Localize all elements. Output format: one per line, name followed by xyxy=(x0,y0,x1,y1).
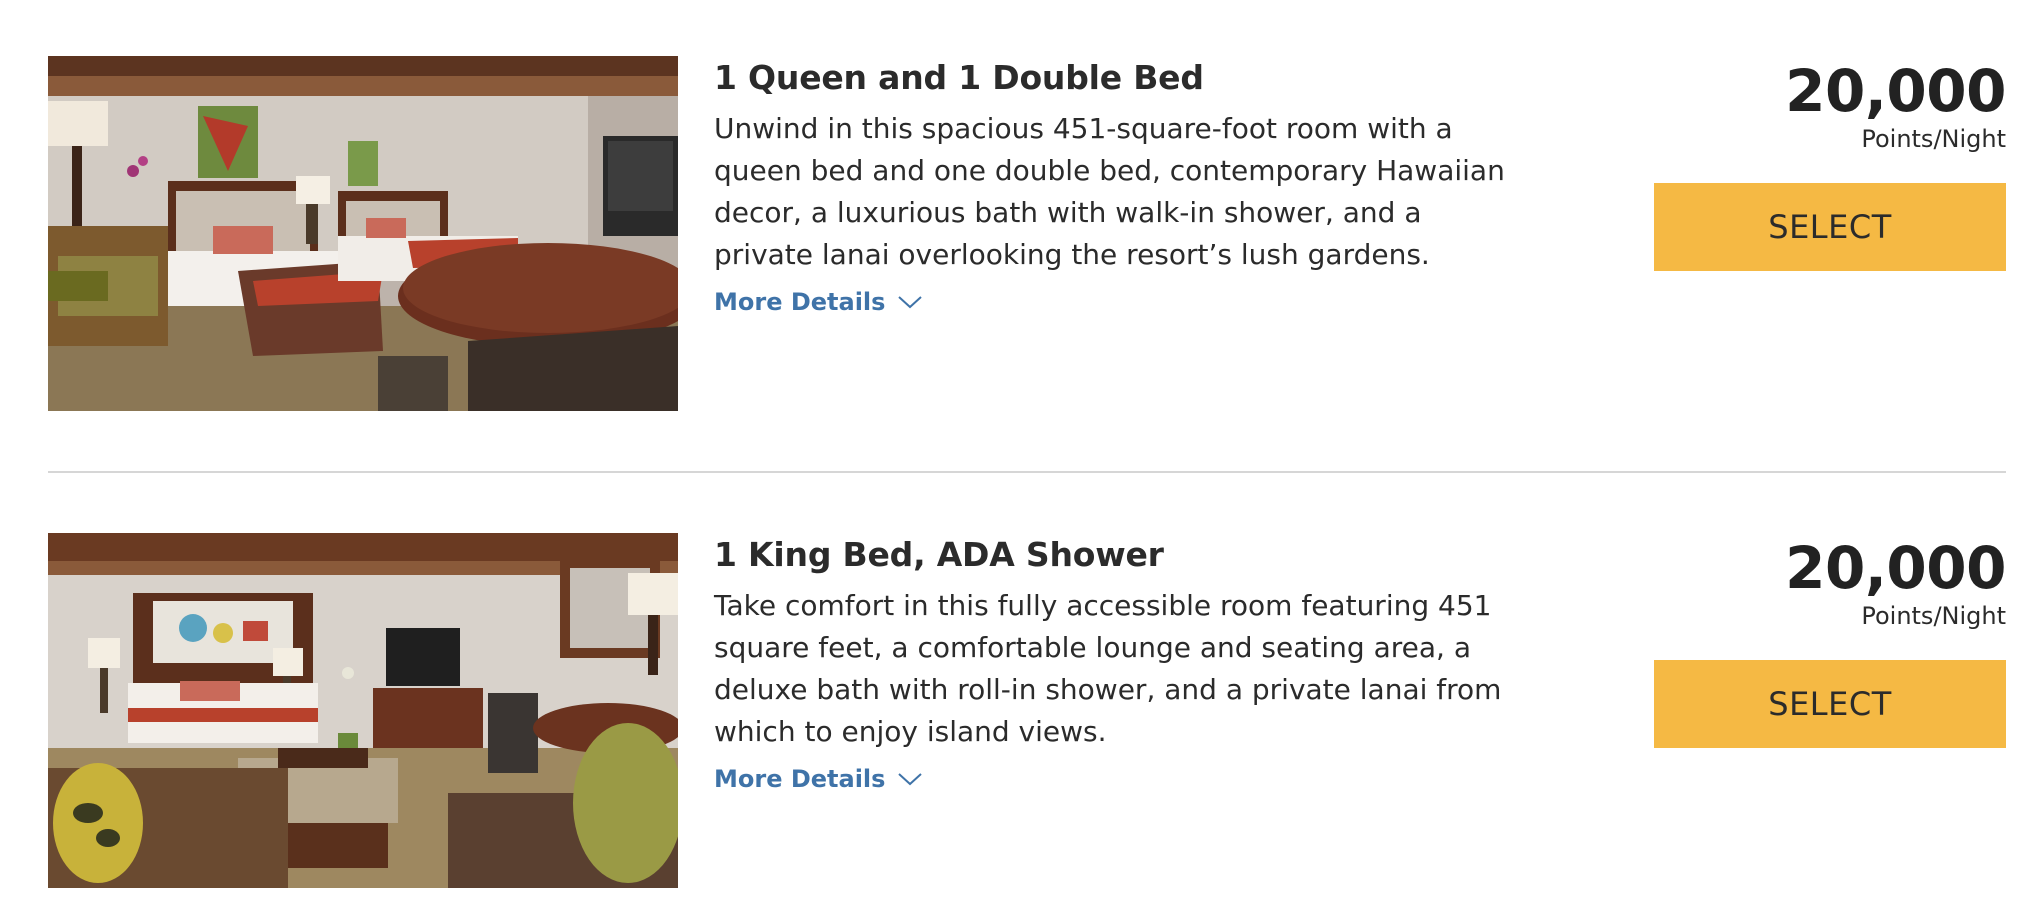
more-details-label: More Details xyxy=(714,765,886,793)
room-name: 1 King Bed, ADA Shower xyxy=(714,535,1164,574)
more-details-link[interactable]: More Details xyxy=(714,286,923,318)
points-value: 20,000 xyxy=(1785,534,2006,602)
room-photo[interactable] xyxy=(48,533,678,888)
room-info: 1 King Bed, ADA Shower Take comfort in t… xyxy=(714,533,1534,795)
divider xyxy=(48,471,2006,473)
room-card: 1 Queen and 1 Double Bed Unwind in this … xyxy=(48,56,2007,411)
room-results: 1 Queen and 1 Double Bed Unwind in this … xyxy=(0,0,2042,912)
chevron-down-icon xyxy=(898,773,923,786)
select-button[interactable]: SELECT xyxy=(1654,183,2006,271)
more-details-label: More Details xyxy=(714,288,886,316)
points-value: 20,000 xyxy=(1785,57,2006,125)
room-photo[interactable] xyxy=(48,56,678,411)
chevron-down-icon xyxy=(898,296,923,309)
price-block: 20,000 Points/Night xyxy=(1654,533,2006,631)
points-unit: Points/Night xyxy=(1861,602,2006,630)
points-unit: Points/Night xyxy=(1861,125,2006,153)
room-description: Take comfort in this fully accessible ro… xyxy=(714,589,1502,748)
room-card: 1 King Bed, ADA Shower Take comfort in t… xyxy=(48,533,2007,888)
more-details-link[interactable]: More Details xyxy=(714,763,923,795)
select-button[interactable]: SELECT xyxy=(1654,660,2006,748)
room-description: Unwind in this spacious 451-square-foot … xyxy=(714,112,1505,271)
room-name: 1 Queen and 1 Double Bed xyxy=(714,58,1204,97)
price-block: 20,000 Points/Night xyxy=(1654,56,2006,154)
room-info: 1 Queen and 1 Double Bed Unwind in this … xyxy=(714,56,1534,318)
